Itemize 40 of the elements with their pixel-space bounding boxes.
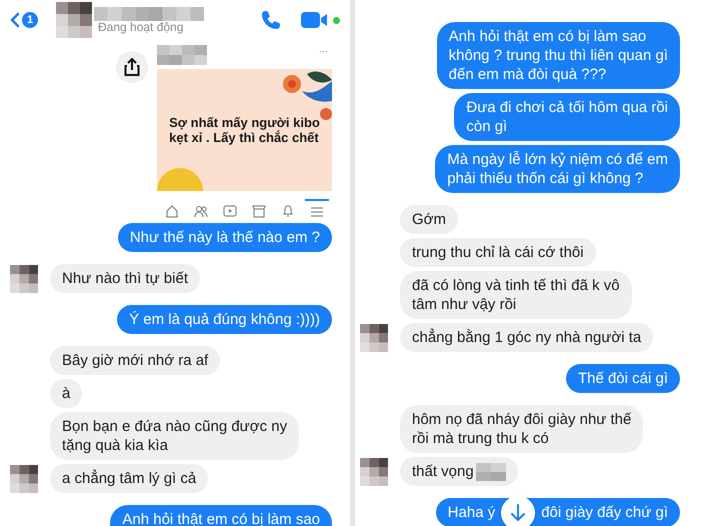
message-text: Bọn bạn e đứa nào cũng được ny tặng quà kia kìa	[62, 417, 288, 455]
message-bubble: Mà ngày lễ lớn kỷ niệm có để em phải thiếu thốn cái gì không ?	[435, 145, 680, 193]
message-text: thất vọng	[412, 462, 474, 481]
down-arrow-icon	[510, 504, 526, 522]
store-icon	[252, 204, 266, 218]
unread-badge: 1	[22, 12, 38, 28]
share-button[interactable]	[116, 51, 148, 83]
share-icon	[124, 58, 140, 76]
message-bubble: Như thế này là thế nào em ?	[118, 223, 332, 252]
phone-icon[interactable]	[261, 10, 281, 30]
message-text: a chẳng tâm lý gì cả	[62, 469, 196, 488]
message-text: trung thu chỉ là cái cớ thôi	[412, 243, 584, 262]
post-text: Sợ nhất mấy người kibo kẹt xỉ . Lấy thì chắc chết	[169, 115, 320, 145]
more-dots[interactable]: ···	[319, 45, 328, 67]
sun-drawing	[157, 167, 203, 191]
message-text: Gớm	[412, 210, 446, 229]
message-text: à	[62, 384, 70, 403]
bell-icon	[281, 204, 296, 218]
play-icon	[222, 204, 237, 218]
chevron-left-icon	[10, 12, 20, 28]
people-icon	[194, 204, 208, 218]
message-text: đã có lòng và tinh tế thì đã k vô tâm như vậy rồi	[412, 276, 620, 314]
message-bubble: Thế đòi cái gì	[566, 364, 680, 393]
back-button[interactable]: 1	[10, 12, 38, 28]
message-text: hôm nọ đã nháy đôi giày như thế rồi mà trung thu k có	[412, 410, 632, 448]
scroll-down-button[interactable]	[501, 496, 536, 526]
video-call-button[interactable]	[301, 11, 340, 29]
message-bubble: Anh hỏi thật em có bị làm sao không ? trung thu thì liên quan gì đến em mà đòi quà ???	[436, 22, 680, 89]
home-icon	[164, 204, 179, 218]
message-bubble: Đưa đi chơi cả tối hôm qua rồi còn gì	[454, 93, 680, 141]
blurred-page-name	[157, 45, 207, 65]
message-text: Như nào thì tự biết	[62, 269, 188, 288]
message-text: Bây giờ mới nhớ ra af	[62, 351, 208, 370]
message-text: Haha ý	[448, 503, 496, 522]
message-bubble: Ý em là quả đúng không :))))	[117, 305, 332, 334]
status-text: Đang hoạt động	[98, 20, 184, 34]
blurred-avatar	[56, 2, 92, 38]
message-text: chẳng bằng 1 góc ny nhà người ta	[412, 328, 642, 347]
message-text: đôi giày đấy chứ gì	[541, 503, 668, 522]
message-bubble: Anh hỏi thật em có bị làm sao	[110, 505, 332, 526]
